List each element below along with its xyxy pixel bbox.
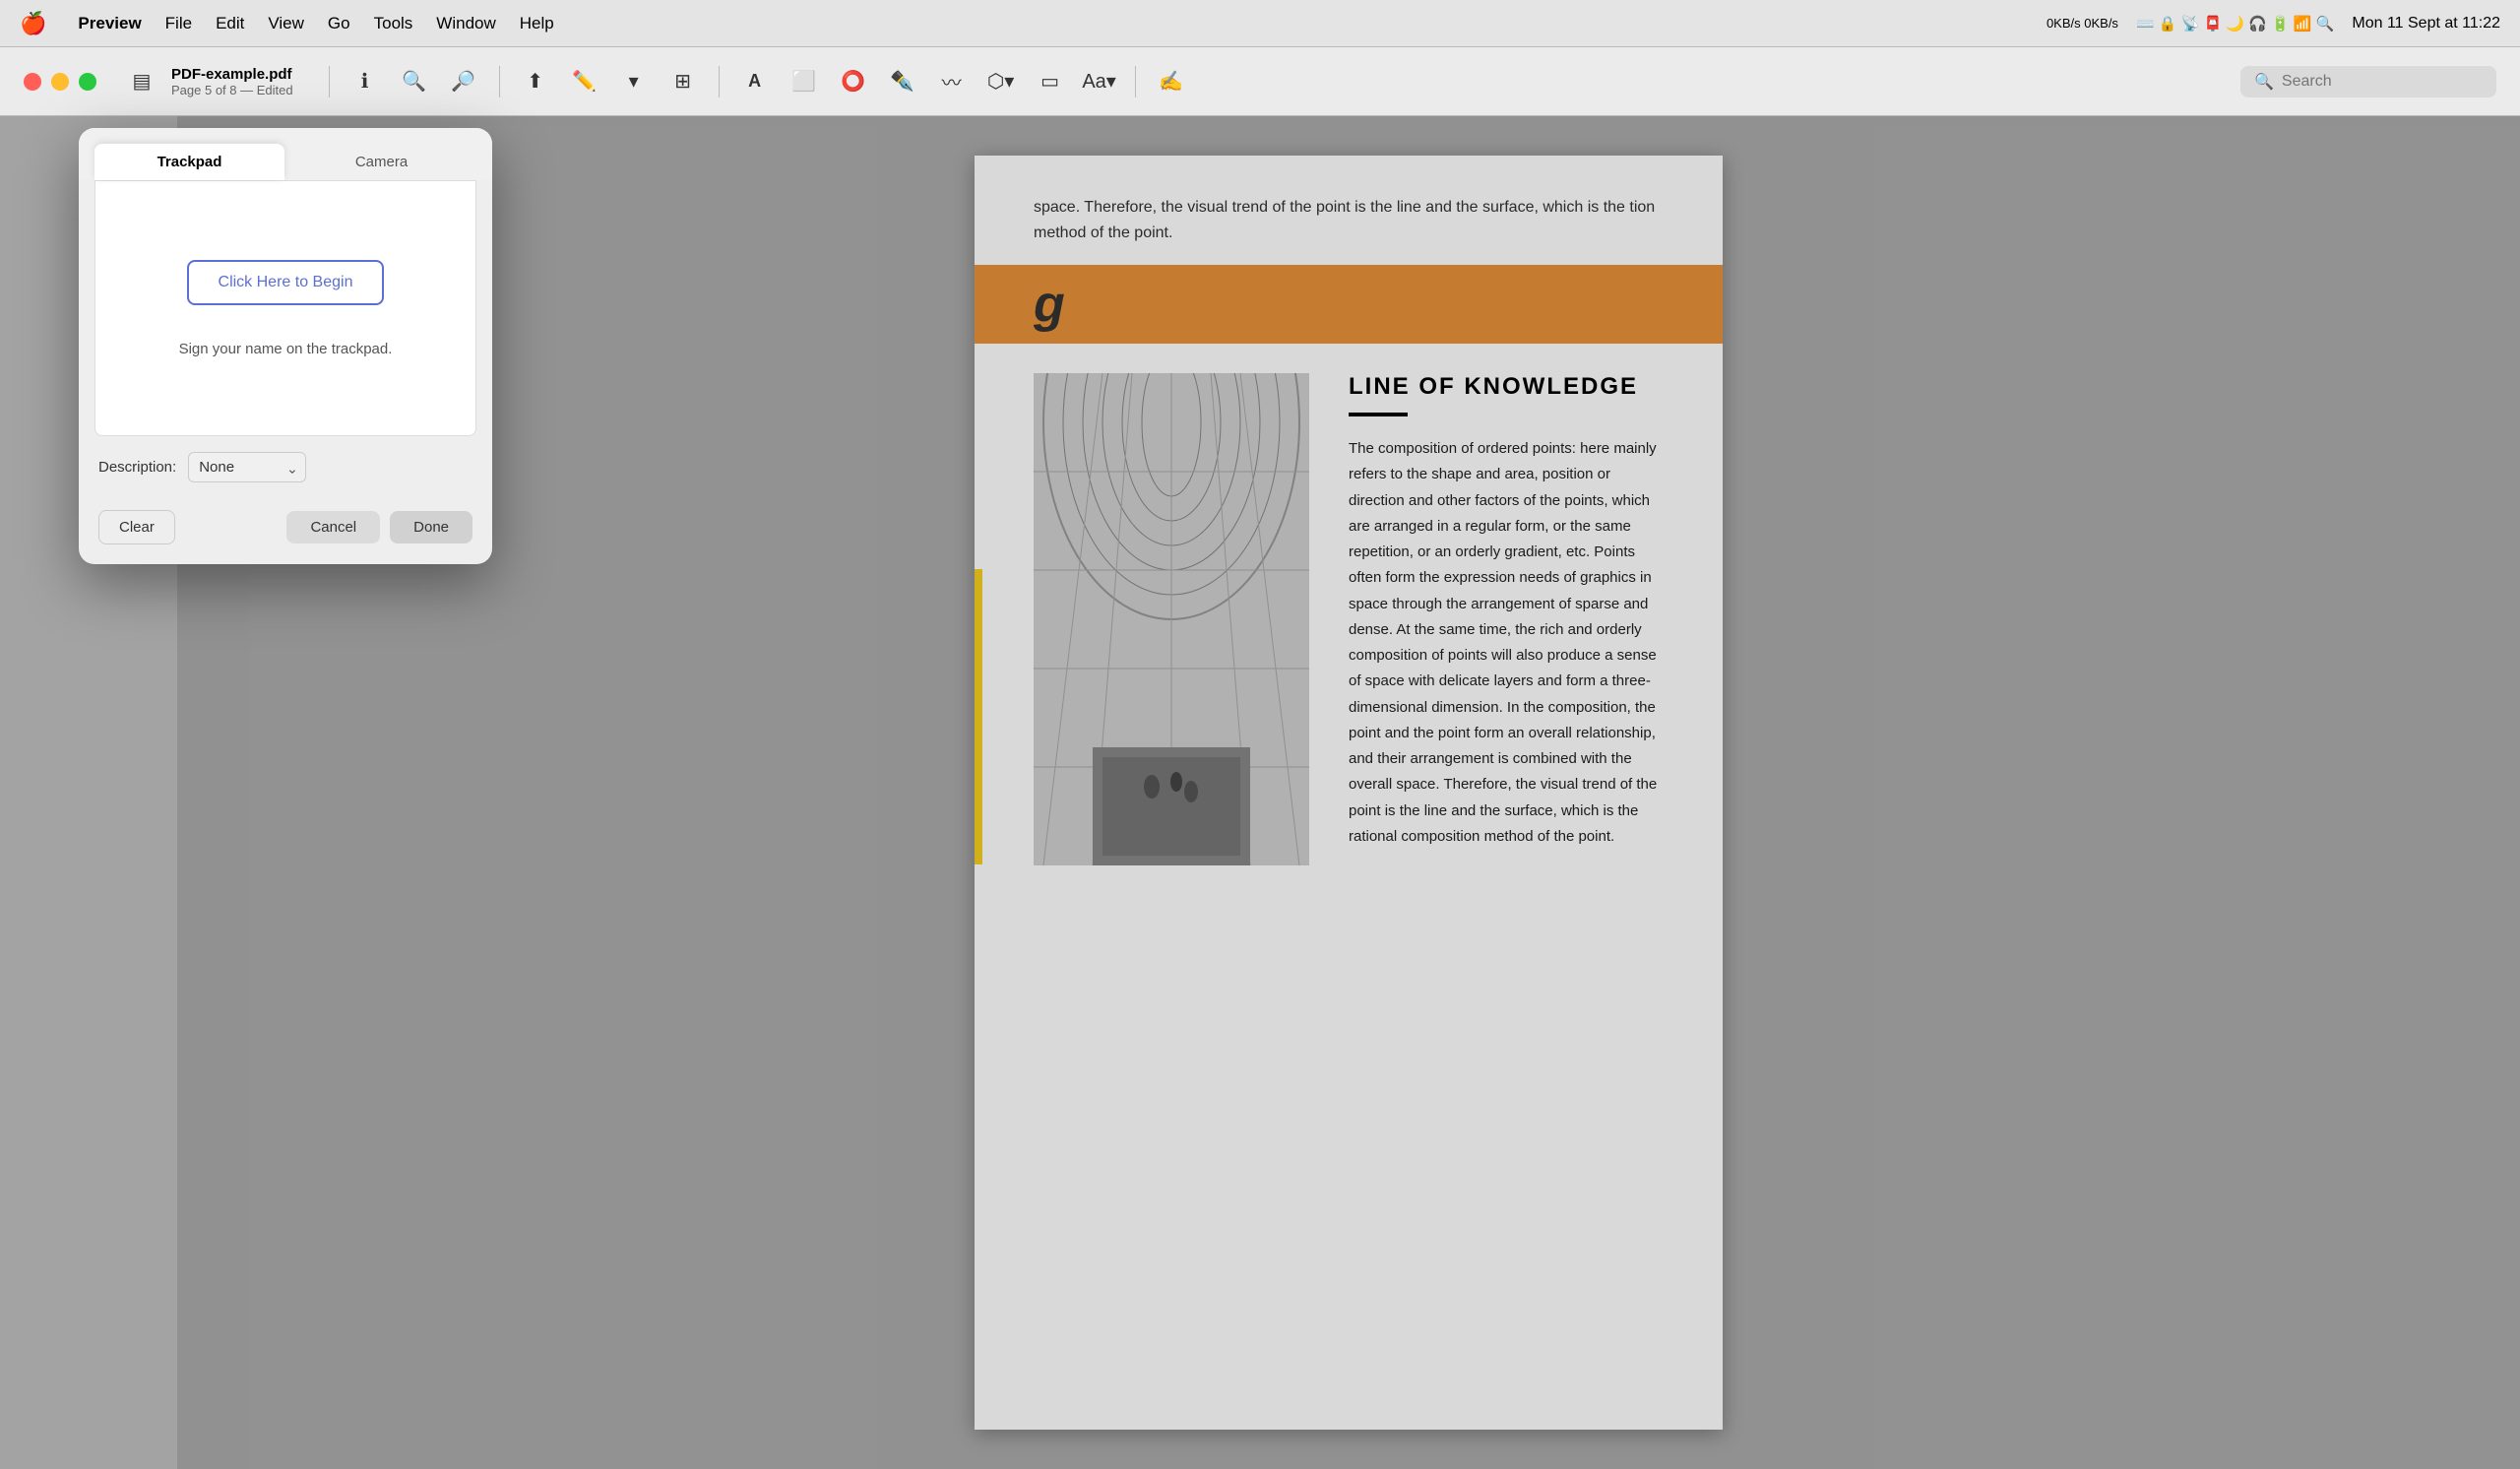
menubar-window[interactable]: Window — [436, 14, 495, 33]
zoom-out-button[interactable]: 🔍 — [395, 62, 434, 101]
menubar-right: 0KB/s 0KB/s ⌨️ 🔒 📡 📮 🌙 🎧 🔋 📶 🔍 Mon 11 Se… — [2047, 15, 2500, 32]
menubar-time: Mon 11 Sept at 11:22 — [2352, 15, 2500, 32]
window-subtitle: Page 5 of 8 — Edited — [171, 83, 293, 97]
select-rect-tool[interactable]: ⬜ — [785, 62, 824, 101]
dialog-tabs: Trackpad Camera — [79, 128, 492, 180]
cancel-button[interactable]: Cancel — [286, 511, 380, 543]
network-info: 0KB/s 0KB/s — [2047, 16, 2118, 32]
clear-button[interactable]: Clear — [98, 510, 175, 544]
menubar-help[interactable]: Help — [520, 14, 554, 33]
menubar-app-name[interactable]: Preview — [78, 14, 141, 33]
minimize-button[interactable] — [51, 73, 69, 91]
search-input[interactable] — [2282, 73, 2483, 91]
rect-shape-button[interactable]: ▭ — [1031, 62, 1070, 101]
description-select[interactable]: None — [188, 452, 306, 482]
lasso-tool[interactable]: ✒️ — [883, 62, 922, 101]
dialog-footer: Clear Cancel Done — [79, 498, 492, 564]
text-tool[interactable]: A — [735, 62, 775, 101]
markup-button[interactable]: ✏️ — [565, 62, 604, 101]
apple-menu[interactable]: 🍎 — [20, 11, 46, 36]
menubar-icons: ⌨️ 🔒 📡 📮 🌙 🎧 🔋 📶 🔍 — [2136, 15, 2334, 32]
description-select-wrapper: None — [188, 452, 306, 482]
toolbar-separator-3 — [719, 66, 720, 97]
dialog-footer-actions: Cancel Done — [286, 511, 472, 543]
share-button[interactable]: ⬆ — [516, 62, 555, 101]
menubar-edit[interactable]: Edit — [216, 14, 244, 33]
close-button[interactable] — [24, 73, 41, 91]
shape-dropdown[interactable]: ⬡▾ — [981, 62, 1021, 101]
window-title-area: PDF-example.pdf Page 5 of 8 — Edited — [171, 66, 293, 97]
toolbar: ▤ PDF-example.pdf Page 5 of 8 — Edited ℹ… — [0, 47, 2520, 116]
dialog-description-row: Description: None — [79, 436, 492, 498]
toolbar-separator-1 — [329, 66, 330, 97]
menubar-tools[interactable]: Tools — [374, 14, 413, 33]
menubar-view[interactable]: View — [268, 14, 304, 33]
tab-camera[interactable]: Camera — [286, 144, 476, 180]
new-from-clipboard[interactable]: ⊞ — [663, 62, 703, 101]
description-label: Description: — [98, 459, 176, 476]
window-chrome — [24, 73, 96, 91]
toolbar-separator-2 — [499, 66, 500, 97]
signature-button[interactable]: ✍️ — [1152, 62, 1191, 101]
sidebar-toggle-button[interactable]: ▤ — [122, 62, 161, 101]
sketch-tool[interactable]: 〰 — [932, 62, 972, 101]
text-style-button[interactable]: Aa▾ — [1080, 62, 1119, 101]
window-title: PDF-example.pdf — [171, 66, 292, 83]
markup-dropdown[interactable]: ▾ — [614, 62, 654, 101]
menubar: 🍎 Preview File Edit View Go Tools Window… — [0, 0, 2520, 47]
info-button[interactable]: ℹ — [346, 62, 385, 101]
search-icon: 🔍 — [2254, 72, 2274, 92]
menubar-file[interactable]: File — [165, 14, 192, 33]
signature-dialog: Trackpad Camera Click Here to Begin Sign… — [79, 128, 492, 564]
sign-instruction: Sign your name on the trackpad. — [179, 341, 393, 357]
maximize-button[interactable] — [79, 73, 96, 91]
toolbar-separator-4 — [1135, 66, 1136, 97]
menubar-go[interactable]: Go — [328, 14, 350, 33]
select-ellipse-tool[interactable]: ⭕ — [834, 62, 873, 101]
click-here-button[interactable]: Click Here to Begin — [187, 260, 385, 305]
tab-trackpad[interactable]: Trackpad — [94, 144, 284, 180]
dialog-body: Click Here to Begin Sign your name on th… — [94, 180, 476, 436]
toolbar-search-container: 🔍 — [2240, 66, 2496, 97]
done-button[interactable]: Done — [390, 511, 472, 543]
zoom-in-button[interactable]: 🔎 — [444, 62, 483, 101]
